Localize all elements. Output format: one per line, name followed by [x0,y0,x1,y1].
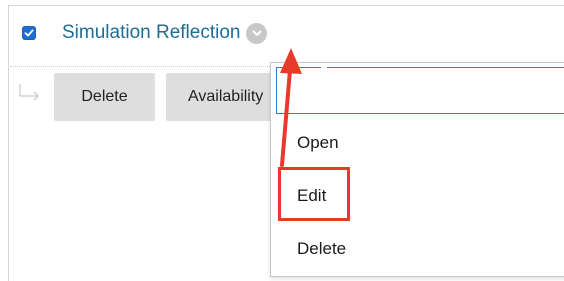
branch-arrow-icon [19,84,39,101]
checkmark-icon [24,29,34,37]
item-header: Simulation Reflection [22,18,268,48]
delete-button[interactable]: Delete [54,73,155,121]
item-checkbox[interactable] [22,26,36,40]
menu-item-open[interactable]: Open [297,133,339,153]
search-input-notch [321,67,327,69]
edit-highlight-box [278,167,350,221]
menu-item-delete[interactable]: Delete [297,239,346,259]
item-title-link[interactable]: Simulation Reflection [62,22,240,44]
context-menu-search-input[interactable] [276,67,564,114]
page: Simulation Reflection Delete Availabilit… [0,0,564,281]
item-options-button[interactable] [246,22,268,44]
chevron-down-icon [252,30,262,36]
availability-button[interactable]: Availability [166,73,276,121]
